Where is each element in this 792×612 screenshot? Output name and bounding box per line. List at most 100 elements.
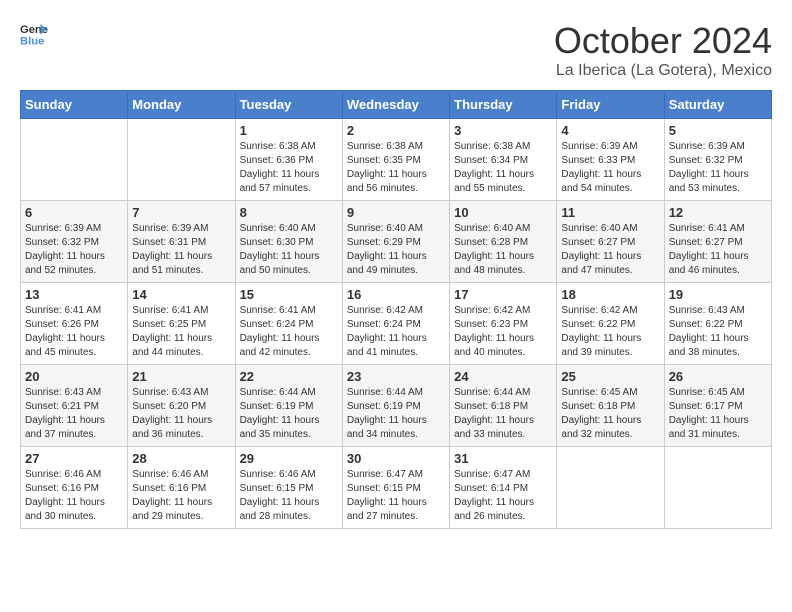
- logo-icon: General Blue: [20, 20, 48, 48]
- day-number: 2: [347, 123, 445, 138]
- calendar-cell: 10 Sunrise: 6:40 AMSunset: 6:28 PMDayligh…: [450, 201, 557, 283]
- week-row-3: 20Sunrise: 6:43 AMSunset: 6:21 PMDayligh…: [21, 365, 772, 447]
- calendar-body: 1 Sunrise: 6:38 AMSunset: 6:36 PMDaylight…: [21, 119, 772, 529]
- day-number: 15: [240, 287, 338, 302]
- calendar-cell: 3Sunrise: 6:38 AMSunset: 6:34 PMDaylight…: [450, 119, 557, 201]
- calendar-cell: 13 Sunrise: 6:41 AMSunset: 6:26 PMDayligh…: [21, 283, 128, 365]
- week-row-1: 6 Sunrise: 6:39 AMSunset: 6:32 PMDaylight…: [21, 201, 772, 283]
- day-info: Sunrise: 6:42 AMSunset: 6:24 PMDaylight:…: [347, 304, 445, 360]
- day-number: 18: [561, 287, 659, 302]
- calendar-cell: 8 Sunrise: 6:40 AMSunset: 6:30 PMDaylight…: [235, 201, 342, 283]
- day-info: Sunrise: 6:40 AMSunset: 6:28 PMDaylight:…: [454, 222, 552, 278]
- day-info: Sunrise: 6:45 AMSunset: 6:18 PMDaylight:…: [561, 386, 659, 442]
- day-number: 19: [669, 287, 767, 302]
- day-number: 5: [669, 123, 767, 138]
- day-number: 25: [561, 369, 659, 384]
- calendar-cell: 11 Sunrise: 6:40 AMSunset: 6:27 PMDayligh…: [557, 201, 664, 283]
- calendar-cell: 15 Sunrise: 6:41 AMSunset: 6:24 PMDayligh…: [235, 283, 342, 365]
- calendar-cell: 26 Sunrise: 6:45 AMSunset: 6:17 PMDayligh…: [664, 365, 771, 447]
- day-number: 23: [347, 369, 445, 384]
- day-info: Sunrise: 6:41 AMSunset: 6:24 PMDaylight:…: [240, 304, 338, 360]
- calendar-cell: 14 Sunrise: 6:41 AMSunset: 6:25 PMDayligh…: [128, 283, 235, 365]
- day-info: Sunrise: 6:41 AMSunset: 6:25 PMDaylight:…: [132, 304, 230, 360]
- day-info: Sunrise: 6:41 AMSunset: 6:26 PMDaylight:…: [25, 304, 123, 360]
- day-number: 9: [347, 205, 445, 220]
- day-info: Sunrise: 6:46 AMSunset: 6:15 PMDaylight:…: [240, 468, 338, 524]
- day-info: Sunrise: 6:39 AMSunset: 6:31 PMDaylight:…: [132, 222, 230, 278]
- month-title: October 2024: [554, 20, 772, 62]
- calendar-table: SundayMondayTuesdayWednesdayThursdayFrid…: [20, 90, 772, 529]
- calendar-cell: 18 Sunrise: 6:42 AMSunset: 6:22 PMDayligh…: [557, 283, 664, 365]
- day-number: 12: [669, 205, 767, 220]
- day-info: Sunrise: 6:40 AMSunset: 6:27 PMDaylight:…: [561, 222, 659, 278]
- day-number: 27: [25, 451, 123, 466]
- calendar-cell: 1 Sunrise: 6:38 AMSunset: 6:36 PMDaylight…: [235, 119, 342, 201]
- calendar-cell: 7 Sunrise: 6:39 AMSunset: 6:31 PMDaylight…: [128, 201, 235, 283]
- calendar-cell: 24 Sunrise: 6:44 AMSunset: 6:18 PMDayligh…: [450, 365, 557, 447]
- day-header-wednesday: Wednesday: [342, 91, 449, 119]
- location-title: La Iberica (La Gotera), Mexico: [554, 62, 772, 80]
- day-info: Sunrise: 6:42 AMSunset: 6:23 PMDaylight:…: [454, 304, 552, 360]
- calendar-cell: 22 Sunrise: 6:44 AMSunset: 6:19 PMDayligh…: [235, 365, 342, 447]
- day-info: Sunrise: 6:42 AMSunset: 6:22 PMDaylight:…: [561, 304, 659, 360]
- day-number: 7: [132, 205, 230, 220]
- calendar-cell: 20Sunrise: 6:43 AMSunset: 6:21 PMDayligh…: [21, 365, 128, 447]
- calendar-cell: 6 Sunrise: 6:39 AMSunset: 6:32 PMDaylight…: [21, 201, 128, 283]
- svg-text:Blue: Blue: [20, 35, 44, 47]
- day-number: 1: [240, 123, 338, 138]
- logo: General Blue: [20, 20, 48, 48]
- day-info: Sunrise: 6:43 AMSunset: 6:21 PMDaylight:…: [25, 386, 123, 442]
- calendar-cell: 2 Sunrise: 6:38 AMSunset: 6:35 PMDaylight…: [342, 119, 449, 201]
- day-number: 17: [454, 287, 552, 302]
- week-row-0: 1 Sunrise: 6:38 AMSunset: 6:36 PMDaylight…: [21, 119, 772, 201]
- day-number: 13: [25, 287, 123, 302]
- day-number: 26: [669, 369, 767, 384]
- day-number: 14: [132, 287, 230, 302]
- day-info: Sunrise: 6:38 AMSunset: 6:36 PMDaylight:…: [240, 140, 338, 196]
- day-info: Sunrise: 6:46 AMSunset: 6:16 PMDaylight:…: [25, 468, 123, 524]
- day-info: Sunrise: 6:47 AMSunset: 6:14 PMDaylight:…: [454, 468, 552, 524]
- day-info: Sunrise: 6:38 AMSunset: 6:35 PMDaylight:…: [347, 140, 445, 196]
- calendar-cell: 17 Sunrise: 6:42 AMSunset: 6:23 PMDayligh…: [450, 283, 557, 365]
- day-number: 10: [454, 205, 552, 220]
- day-header-monday: Monday: [128, 91, 235, 119]
- day-number: 4: [561, 123, 659, 138]
- day-info: Sunrise: 6:43 AMSunset: 6:22 PMDaylight:…: [669, 304, 767, 360]
- calendar-cell: 5 Sunrise: 6:39 AMSunset: 6:32 PMDaylight…: [664, 119, 771, 201]
- day-number: 3: [454, 123, 552, 138]
- day-info: Sunrise: 6:39 AMSunset: 6:32 PMDaylight:…: [25, 222, 123, 278]
- day-number: 29: [240, 451, 338, 466]
- calendar-cell: 27 Sunrise: 6:46 AMSunset: 6:16 PMDayligh…: [21, 447, 128, 529]
- calendar-cell: 16 Sunrise: 6:42 AMSunset: 6:24 PMDayligh…: [342, 283, 449, 365]
- calendar-cell: 19 Sunrise: 6:43 AMSunset: 6:22 PMDayligh…: [664, 283, 771, 365]
- calendar-header-row: SundayMondayTuesdayWednesdayThursdayFrid…: [21, 91, 772, 119]
- day-number: 11: [561, 205, 659, 220]
- day-number: 31: [454, 451, 552, 466]
- day-info: Sunrise: 6:45 AMSunset: 6:17 PMDaylight:…: [669, 386, 767, 442]
- day-number: 16: [347, 287, 445, 302]
- day-info: Sunrise: 6:44 AMSunset: 6:19 PMDaylight:…: [347, 386, 445, 442]
- calendar-cell: 9 Sunrise: 6:40 AMSunset: 6:29 PMDaylight…: [342, 201, 449, 283]
- day-info: Sunrise: 6:40 AMSunset: 6:30 PMDaylight:…: [240, 222, 338, 278]
- week-row-4: 27 Sunrise: 6:46 AMSunset: 6:16 PMDayligh…: [21, 447, 772, 529]
- day-info: Sunrise: 6:43 AMSunset: 6:20 PMDaylight:…: [132, 386, 230, 442]
- day-header-sunday: Sunday: [21, 91, 128, 119]
- day-info: Sunrise: 6:39 AMSunset: 6:32 PMDaylight:…: [669, 140, 767, 196]
- calendar-cell: 28Sunrise: 6:46 AMSunset: 6:16 PMDayligh…: [128, 447, 235, 529]
- day-number: 24: [454, 369, 552, 384]
- day-header-saturday: Saturday: [664, 91, 771, 119]
- day-info: Sunrise: 6:46 AMSunset: 6:16 PMDaylight:…: [132, 468, 230, 524]
- calendar-cell: 12 Sunrise: 6:41 AMSunset: 6:27 PMDayligh…: [664, 201, 771, 283]
- calendar-cell: [128, 119, 235, 201]
- day-info: Sunrise: 6:39 AMSunset: 6:33 PMDaylight:…: [561, 140, 659, 196]
- day-info: Sunrise: 6:44 AMSunset: 6:19 PMDaylight:…: [240, 386, 338, 442]
- day-header-friday: Friday: [557, 91, 664, 119]
- day-number: 6: [25, 205, 123, 220]
- header: General Blue October 2024 La Iberica (La…: [20, 20, 772, 80]
- day-info: Sunrise: 6:40 AMSunset: 6:29 PMDaylight:…: [347, 222, 445, 278]
- day-info: Sunrise: 6:44 AMSunset: 6:18 PMDaylight:…: [454, 386, 552, 442]
- calendar-cell: 23 Sunrise: 6:44 AMSunset: 6:19 PMDayligh…: [342, 365, 449, 447]
- day-number: 22: [240, 369, 338, 384]
- day-info: Sunrise: 6:41 AMSunset: 6:27 PMDaylight:…: [669, 222, 767, 278]
- day-number: 8: [240, 205, 338, 220]
